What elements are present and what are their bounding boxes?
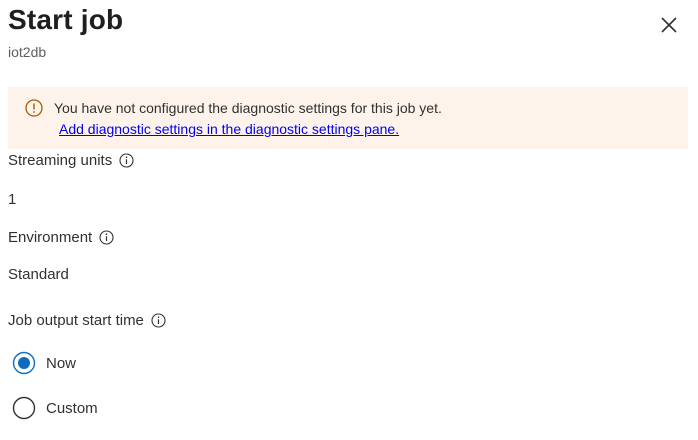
job-output-start-time-label: Job output start time (8, 312, 166, 329)
info-icon[interactable] (99, 230, 114, 245)
streaming-units-label-text: Streaming units (8, 152, 113, 169)
radio-option-now[interactable]: Now (12, 351, 76, 375)
streaming-units-label: Streaming units (8, 152, 134, 169)
radio-unselected-icon[interactable] (12, 396, 36, 420)
radio-label-custom: Custom (46, 399, 98, 417)
radio-label-now: Now (46, 354, 77, 372)
close-button[interactable] (658, 14, 680, 36)
streaming-units-value: 1 (8, 191, 17, 208)
environment-label-text: Environment (8, 229, 93, 246)
info-icon[interactable] (151, 313, 166, 328)
warning-icon (25, 99, 43, 117)
job-output-start-time-label-text: Job output start time (8, 312, 144, 329)
banner-message: You have not configured the diagnostic s… (54, 100, 442, 116)
environment-label: Environment (8, 229, 114, 246)
radio-selected-icon[interactable] (12, 351, 36, 375)
diagnostic-warning-banner: You have not configured the diagnostic s… (8, 87, 688, 149)
diagnostic-settings-link[interactable]: Add diagnostic settings in the diagnosti… (59, 121, 399, 137)
panel-subtitle: iot2db (8, 44, 47, 60)
environment-value: Standard (8, 266, 69, 283)
panel-title: Start job (8, 4, 124, 35)
close-icon (661, 17, 677, 33)
info-icon[interactable] (119, 153, 134, 168)
radio-option-custom[interactable]: Custom (12, 396, 98, 420)
